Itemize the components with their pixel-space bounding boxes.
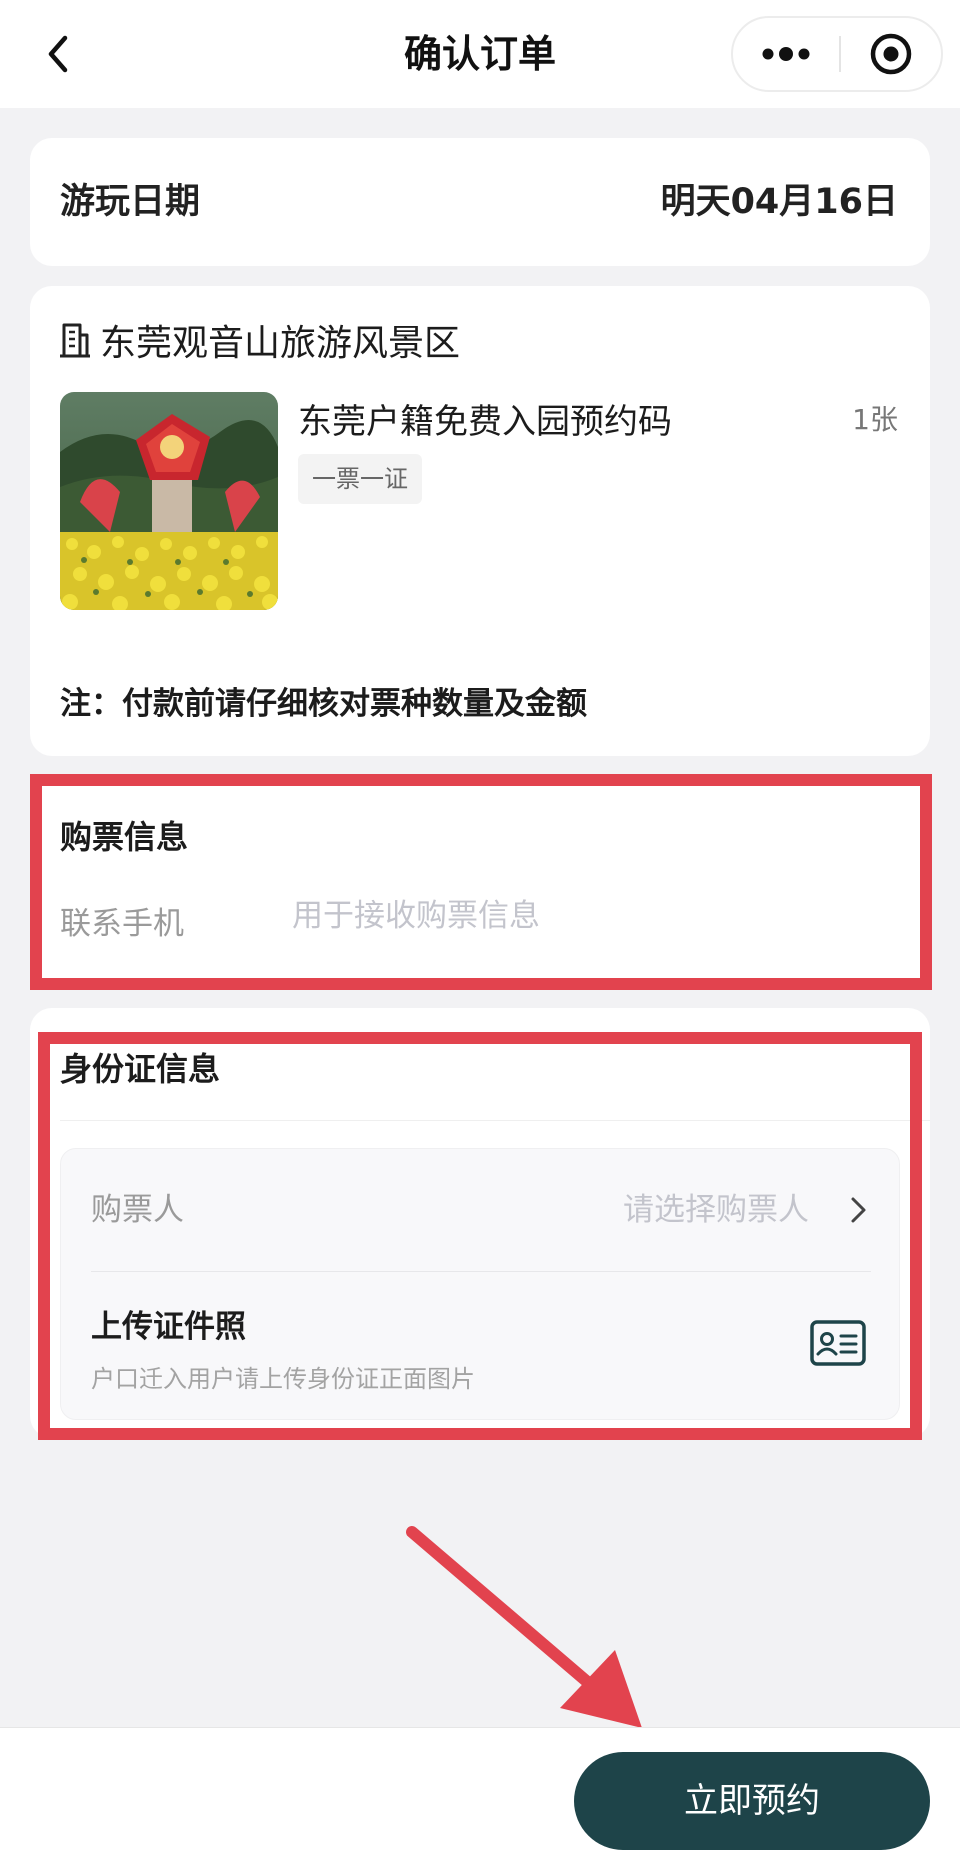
book-now-button[interactable]: 立即预约 xyxy=(574,1752,930,1850)
visit-date-label: 游玩日期 xyxy=(60,182,201,222)
bottom-action-bar: 立即预约 xyxy=(0,1727,960,1867)
upload-id-photo-row[interactable]: 上传证件照 户口迁入用户请上传身份证正面图片 xyxy=(61,1273,901,1421)
back-button[interactable] xyxy=(30,24,86,84)
scenic-name: 东莞观音山旅游风景区 xyxy=(100,323,461,364)
id-info-panel: 购票人 请选择购票人 上传证件照 户口迁入用户请上传身份证正面图片 xyxy=(60,1148,900,1420)
visit-date-card: 游玩日期 明天04月16日 xyxy=(30,138,930,266)
chevron-right-icon xyxy=(851,1197,866,1223)
visit-date-value: 明天04月16日 xyxy=(660,182,898,222)
purchase-info-card: 购票信息 联系手机 xyxy=(30,776,930,986)
chevron-left-icon xyxy=(48,35,68,73)
upload-id-photo-title: 上传证件照 xyxy=(91,1309,246,1345)
contact-phone-input[interactable] xyxy=(292,888,792,944)
buyer-label: 购票人 xyxy=(91,1192,184,1228)
ticket-tag: 一票一证 xyxy=(298,454,422,504)
panel-divider xyxy=(91,1271,871,1272)
building-icon xyxy=(60,323,90,358)
more-dots-icon xyxy=(762,47,810,61)
more-button[interactable] xyxy=(733,18,839,90)
ticket-summary-card: 东莞观音山旅游风景区 东莞户籍免费入园预约码 1张 一票一证 注：付款前请仔细核… xyxy=(30,286,930,756)
mini-program-capsule xyxy=(731,16,943,92)
contact-phone-label: 联系手机 xyxy=(60,906,184,942)
nav-bar: 确认订单 xyxy=(0,0,960,108)
buyer-placeholder: 请选择购票人 xyxy=(623,1192,809,1228)
section-divider xyxy=(60,1120,930,1121)
scenic-header: 东莞观音山旅游风景区 xyxy=(58,316,460,364)
target-close-icon xyxy=(870,33,912,75)
ticket-quantity: 1张 xyxy=(852,403,898,436)
ticket-name: 东莞户籍免费入园预约码 xyxy=(298,402,672,442)
id-info-card: 身份证信息 购票人 请选择购票人 上传证件照 户口迁入用户请上传身份证正面图片 xyxy=(30,1008,930,1438)
id-info-title: 身份证信息 xyxy=(60,1050,221,1088)
ticket-thumbnail xyxy=(60,392,278,610)
purchase-info-title: 购票信息 xyxy=(60,818,189,856)
order-note: 注：付款前请仔细核对票种数量及金额 xyxy=(60,686,587,722)
upload-id-photo-hint: 户口迁入用户请上传身份证正面图片 xyxy=(91,1365,475,1393)
id-card-icon[interactable] xyxy=(809,1319,867,1367)
close-mini-program-button[interactable] xyxy=(841,18,941,90)
select-buyer-row[interactable]: 购票人 请选择购票人 xyxy=(61,1149,901,1271)
